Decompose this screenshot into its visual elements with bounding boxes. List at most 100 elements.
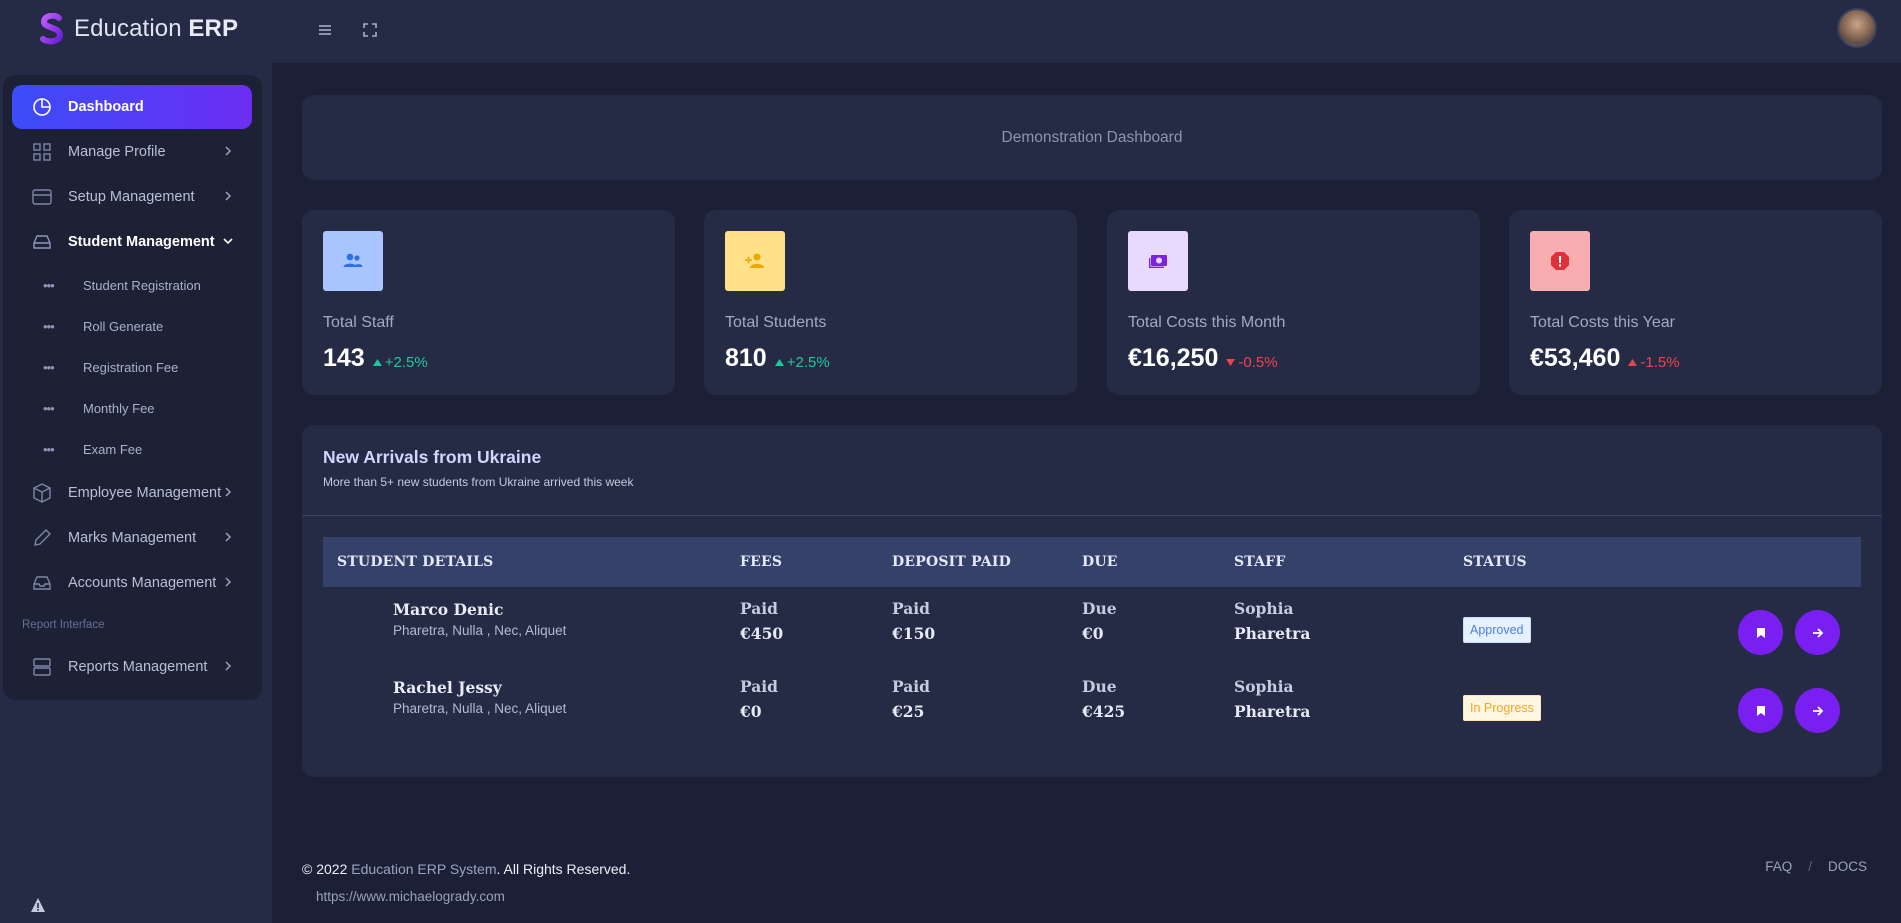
triangle-up-icon (774, 359, 784, 366)
sidebar-item-label: Dashboard (68, 99, 144, 115)
table-header: STUDENT DETAILS FEES DEPOSIT PAID DUE ST… (323, 537, 1861, 587)
avatar[interactable] (1837, 8, 1877, 48)
menu-icon[interactable] (315, 20, 335, 40)
docs-link[interactable]: DOCS (1828, 859, 1867, 874)
student-description: Pharetra, Nulla , Nec, Aliquet (393, 623, 567, 638)
sidebar-item-student-management[interactable]: Student Management (12, 220, 252, 264)
column-header: DEPOSIT PAID (892, 554, 1011, 570)
pie-chart-icon (33, 98, 51, 116)
column-header: DUE (1082, 554, 1118, 570)
sidebar-subitem-roll-generate[interactable]: ••• Roll Generate (43, 314, 163, 338)
sidebar-subitem-student-registration[interactable]: ••• Student Registration (43, 273, 201, 297)
sidebar-item-label: Reports Management (68, 659, 208, 675)
stat-value-row: 143 +2.5% (323, 344, 428, 373)
column-header: STATUS (1463, 554, 1527, 570)
open-button[interactable] (1795, 610, 1840, 655)
sidebar-item-label: Employee Management (68, 485, 222, 501)
bookmark-icon (1756, 627, 1765, 638)
box-icon (33, 483, 51, 503)
sidebar-subitem-monthly-fee[interactable]: ••• Monthly Fee (43, 396, 155, 420)
chevron-right-icon (225, 146, 232, 156)
stat-badge (1530, 231, 1590, 291)
warning-icon[interactable] (30, 897, 46, 913)
triangle-up-icon (1628, 359, 1638, 366)
student-name: Rachel Jessy (393, 678, 502, 697)
sidebar-item-manage-profile[interactable]: Manage Profile (12, 130, 252, 174)
table-row[interactable]: Marco Denic Pharetra, Nulla , Nec, Aliqu… (323, 593, 1861, 671)
arrivals-title: New Arrivals from Ukraine (323, 447, 542, 467)
stat-card-total-costs-year: Total Costs this Year €53,460 -1.5% (1509, 210, 1882, 395)
sidebar-item-label: Setup Management (68, 189, 195, 205)
brand-name: Education ERP (74, 15, 239, 42)
fees-cell: Paid €450 (740, 599, 784, 643)
triangle-down-icon (1226, 359, 1236, 366)
left-column: Education ERP Dashboard Manage Profile S… (0, 0, 272, 923)
student-description: Pharetra, Nulla , Nec, Aliquet (393, 701, 567, 716)
bookmark-button[interactable] (1738, 688, 1783, 733)
credit-card-icon (32, 189, 52, 205)
users-icon (343, 253, 363, 267)
faq-link[interactable]: FAQ (1765, 859, 1792, 874)
stat-value-row: €53,460 -1.5% (1530, 344, 1680, 373)
column-header: STAFF (1234, 554, 1286, 570)
sidebar-item-label: Student Management (68, 234, 215, 250)
stat-value-row: €16,250 -0.5% (1128, 344, 1278, 373)
server-icon (33, 658, 51, 676)
edit-icon (34, 529, 51, 546)
brand[interactable]: Education ERP (38, 12, 238, 46)
sidebar-item-reports-management[interactable]: Reports Management (12, 645, 252, 689)
student-name: Marco Denic (393, 600, 504, 619)
stat-change: +2.5% (774, 354, 830, 371)
sidebar-item-employee-management[interactable]: Employee Management (12, 471, 252, 515)
arrivals-subtitle: More than 5+ new students from Ukraine a… (323, 475, 634, 489)
bookmark-icon (1756, 705, 1765, 716)
stat-title: Total Students (725, 314, 827, 331)
staff-cell: Sophia Pharetra (1234, 677, 1311, 721)
table-row[interactable]: Rachel Jessy Pharetra, Nulla , Nec, Aliq… (323, 671, 1861, 749)
stat-value: 143 (323, 344, 365, 372)
footer-url[interactable]: https://www.michaelogrady.com (316, 889, 505, 904)
arrivals-panel: New Arrivals from Ukraine More than 5+ n… (302, 425, 1882, 777)
arrow-right-icon (1812, 627, 1823, 638)
stat-change: -0.5% (1226, 354, 1278, 371)
hero-panel: Demonstration Dashboard (302, 95, 1882, 180)
stat-title: Total Staff (323, 314, 394, 331)
fullscreen-icon[interactable] (360, 20, 380, 40)
inbox-icon (33, 576, 51, 590)
open-button[interactable] (1795, 688, 1840, 733)
stat-card-total-costs-month: Total Costs this Month €16,250 -0.5% (1107, 210, 1480, 395)
dots-icon: ••• (43, 441, 55, 457)
stat-change: +2.5% (372, 354, 428, 371)
deposit-cell: Paid €25 (892, 677, 931, 721)
sidebar-item-marks-management[interactable]: Marks Management (12, 516, 252, 560)
stat-title: Total Costs this Month (1128, 314, 1286, 331)
sidebar-subitem-exam-fee[interactable]: ••• Exam Fee (43, 437, 142, 461)
sidebar-item-setup-management[interactable]: Setup Management (12, 175, 252, 219)
stat-title: Total Costs this Year (1530, 314, 1675, 331)
footer-copyright: © 2022 Education ERP System. All Rights … (302, 861, 631, 877)
footer-divider: / (1808, 859, 1812, 874)
sidebar-item-accounts-management[interactable]: Accounts Management (12, 561, 252, 605)
status-badge: In Progress (1463, 695, 1541, 721)
dots-icon: ••• (43, 359, 55, 375)
grid-icon (33, 143, 51, 161)
due-cell: Due €425 (1082, 677, 1126, 721)
sidebar-item-dashboard[interactable]: Dashboard (12, 85, 252, 129)
column-header: STUDENT DETAILS (337, 554, 494, 570)
sidebar-subitem-registration-fee[interactable]: ••• Registration Fee (43, 355, 178, 379)
stat-value: 810 (725, 344, 767, 372)
stat-change: -1.5% (1628, 354, 1680, 371)
chevron-right-icon (225, 577, 232, 587)
status-badge: Approved (1463, 617, 1531, 643)
footer-system-link[interactable]: Education ERP System (351, 861, 496, 877)
staff-cell: Sophia Pharetra (1234, 599, 1311, 643)
chevron-right-icon (225, 191, 232, 201)
sidebar-item-label: Accounts Management (68, 575, 217, 591)
bookmark-button[interactable] (1738, 610, 1783, 655)
stat-card-total-staff: Total Staff 143 +2.5% (302, 210, 675, 395)
chevron-right-icon (225, 532, 232, 542)
column-header: FEES (740, 554, 783, 570)
dots-icon: ••• (43, 400, 55, 416)
dots-icon: ••• (43, 277, 55, 293)
divider (302, 515, 1882, 516)
